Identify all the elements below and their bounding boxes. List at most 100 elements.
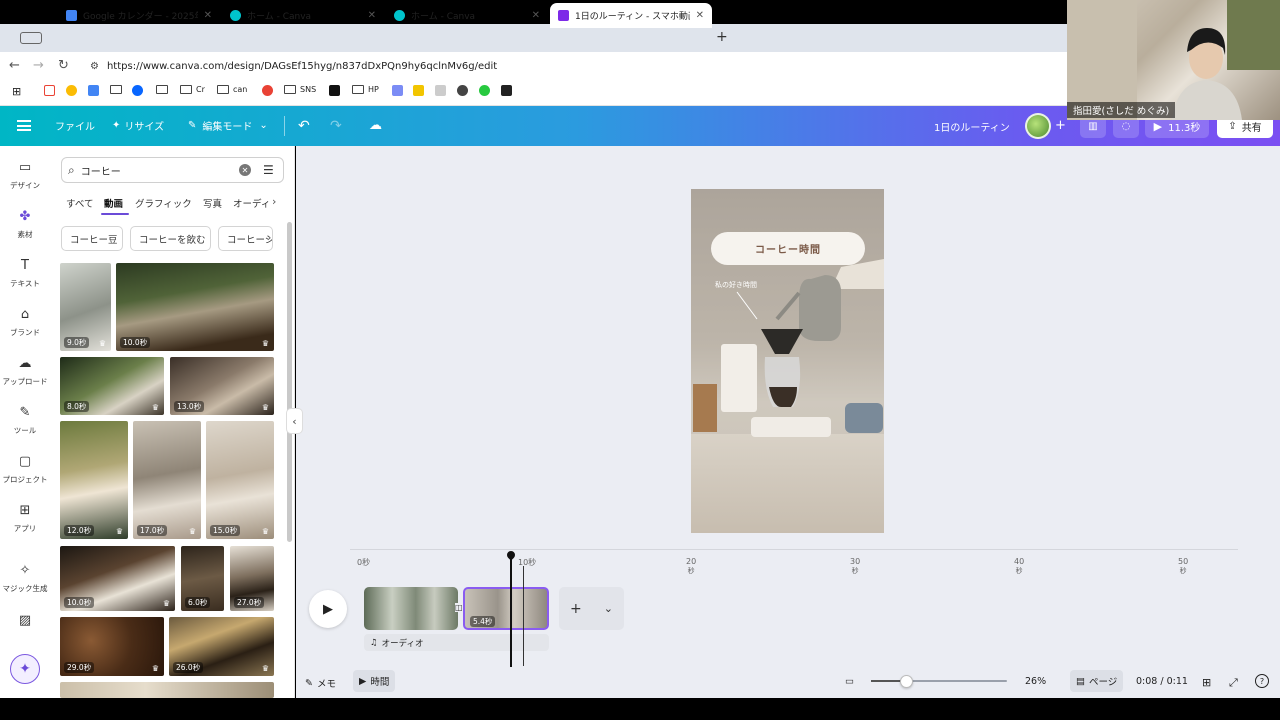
undo-icon[interactable]: ↶ [298, 118, 310, 134]
doc-title[interactable]: 1日のルーティン [934, 119, 1010, 134]
fullscreen-icon[interactable]: ⤢ [1229, 676, 1238, 690]
clear-search-icon[interactable]: ✕ [239, 164, 251, 176]
video-thumbnail[interactable]: 26.0秒 ♛ [169, 617, 274, 676]
browser-tab[interactable]: ホーム - Canva ✕ [386, 3, 548, 28]
rail-brand[interactable]: ⌂ ブランド [0, 307, 50, 338]
rail-projects[interactable]: ▢ プロジェクト [0, 454, 50, 485]
video-thumbnail[interactable]: 15.0秒 ♛ [206, 421, 274, 539]
close-icon[interactable]: ✕ [368, 10, 376, 21]
pages-button[interactable]: ▤ ページ [1070, 670, 1124, 692]
rail-upload[interactable]: ☁ アップロード [0, 356, 50, 387]
bookmark-gmail[interactable] [44, 85, 55, 96]
video-thumbnail[interactable]: 17.0秒 ♛ [133, 421, 201, 539]
timer-button[interactable]: ▶ 時間 [353, 670, 396, 692]
panel-scrollbar[interactable] [287, 222, 292, 542]
bookmark-app[interactable] [501, 85, 512, 96]
file-menu[interactable]: ファイル [55, 118, 95, 133]
back-icon[interactable]: ← [9, 58, 20, 73]
tab-photos[interactable]: 写真 [203, 196, 222, 210]
url-field[interactable]: ⚙ https://www.canva.com/design/DAGsEf15h… [82, 56, 1068, 77]
apps-grid-icon[interactable]: ⊞ [12, 85, 21, 98]
resize-button[interactable]: ✦ リサイズ [112, 118, 164, 133]
zoom-level[interactable]: 26% [1025, 676, 1046, 687]
bookmark-calendar[interactable] [88, 85, 99, 96]
suggestion-chip[interactable]: コーヒー豆 [61, 226, 123, 251]
timeline-clip-1[interactable] [364, 587, 458, 630]
play-button[interactable]: ▶ [309, 590, 347, 628]
help-icon[interactable]: ? [1255, 674, 1269, 688]
trim-marker[interactable] [523, 566, 524, 666]
bookmark-folder-can[interactable]: can [217, 85, 247, 94]
tab-all[interactable]: すべて [66, 196, 93, 210]
chevron-right-icon[interactable]: › [267, 231, 271, 244]
close-icon[interactable]: ✕ [532, 10, 540, 21]
rail-design[interactable]: ▭ デザイン [0, 160, 50, 191]
browser-tab[interactable]: ホーム - Canva ✕ [222, 3, 384, 28]
browser-tab-active[interactable]: 1日のルーティン - スマホ動画 ✕ [550, 3, 712, 28]
add-page-button[interactable]: + ⌄ [559, 587, 624, 630]
rail-image[interactable]: ▨ [0, 613, 50, 633]
transition-icon[interactable]: ◫ [455, 603, 463, 612]
cloud-saved-icon[interactable]: ☁ [369, 118, 382, 133]
tab-search-icon[interactable] [20, 32, 42, 44]
zoom-slider[interactable] [871, 680, 1007, 682]
design-caption-text[interactable]: 私の好き時間 [715, 280, 757, 290]
menu-icon[interactable] [17, 120, 31, 131]
suggestion-chip[interactable]: コーヒーシ [218, 226, 273, 251]
video-thumbnail[interactable]: 8.0秒 ♛ [60, 357, 164, 415]
bookmark-app[interactable] [413, 85, 424, 96]
add-collaborator-icon[interactable]: + [1055, 118, 1066, 133]
filter-icon[interactable]: ☰ [263, 163, 274, 177]
browser-tab[interactable]: Google カレンダー - 2025年 7 ✕ [58, 3, 220, 28]
suggestion-chip[interactable]: コーヒーを飲む [130, 226, 211, 251]
close-icon[interactable]: ✕ [696, 10, 704, 21]
video-thumbnail[interactable]: 27.0秒 [230, 546, 274, 611]
forward-icon[interactable]: → [33, 58, 44, 73]
rail-elements[interactable]: ✤ 素材 [0, 209, 50, 240]
bookmark-app[interactable] [435, 85, 446, 96]
new-tab-icon[interactable]: + [716, 29, 728, 45]
canva-assistant-button[interactable]: ✦ [10, 654, 40, 684]
chevron-right-icon[interactable]: › [272, 195, 276, 208]
video-thumbnail[interactable]: 12.0秒 ♛ [60, 421, 128, 539]
video-thumbnail[interactable]: 6.0秒 [181, 546, 224, 611]
redo-icon[interactable]: ↷ [330, 118, 342, 134]
rail-tools[interactable]: ✎ ツール [0, 405, 50, 436]
reload-icon[interactable]: ↻ [58, 58, 69, 73]
rail-text[interactable]: T テキスト [0, 258, 50, 289]
close-icon[interactable]: ✕ [204, 10, 212, 21]
bookmark-app[interactable] [479, 85, 490, 96]
tab-videos[interactable]: 動画 [104, 196, 123, 210]
video-thumbnail[interactable]: 10.0秒 ♛ [116, 263, 274, 351]
bookmark-folder-sns[interactable]: SNS [284, 85, 316, 94]
site-info-icon[interactable]: ⚙ [90, 61, 99, 72]
bookmark-folder[interactable] [156, 85, 168, 94]
tab-graphics[interactable]: グラフィック [135, 196, 192, 210]
grid-view-icon[interactable]: ⊞ [1202, 676, 1211, 689]
video-thumbnail[interactable]: 29.0秒 ♛ [60, 617, 164, 676]
tab-audio[interactable]: オーディ [233, 196, 270, 210]
bookmark-notion[interactable] [329, 85, 340, 96]
avatar[interactable] [1025, 113, 1051, 139]
bookmark-meta[interactable] [132, 85, 143, 96]
video-thumbnail[interactable]: 10.0秒 ♛ [60, 546, 175, 611]
audio-track[interactable]: ♫ オーディオ [364, 634, 549, 651]
rail-apps[interactable]: ⊞ アプリ [0, 503, 50, 534]
collapse-panel-button[interactable]: ‹ [286, 408, 303, 434]
bookmark-chrome[interactable] [262, 85, 273, 96]
bookmark-photos[interactable] [66, 85, 77, 96]
rail-magic-media[interactable]: ✧ マジック生成 [0, 563, 50, 594]
edit-mode-button[interactable]: ✎ 編集モード ⌄ [188, 118, 268, 133]
bookmark-folder-hp[interactable]: HP [352, 85, 379, 94]
playhead[interactable] [510, 556, 512, 667]
video-thumbnail[interactable] [60, 682, 274, 698]
bookmark-app[interactable] [457, 85, 468, 96]
video-thumbnail[interactable]: 9.0秒 ♛ [60, 263, 111, 351]
video-thumbnail[interactable]: 13.0秒 ♛ [170, 357, 274, 415]
bookmark-folder[interactable] [110, 85, 122, 94]
design-title-text[interactable]: コーヒー時間 [711, 232, 865, 265]
bookmark-app[interactable] [392, 85, 403, 96]
bookmark-folder-cr[interactable]: Cr [180, 85, 205, 94]
notes-button[interactable]: ✎ メモ [305, 676, 336, 691]
page-view-icon[interactable]: ▭ [845, 676, 854, 687]
